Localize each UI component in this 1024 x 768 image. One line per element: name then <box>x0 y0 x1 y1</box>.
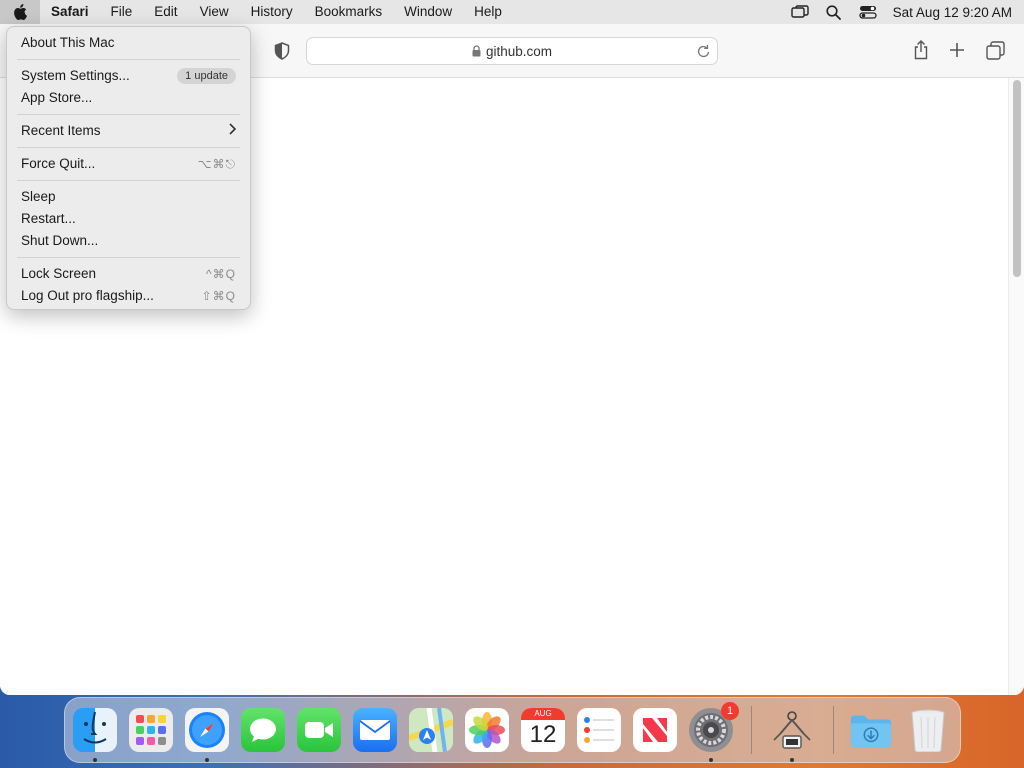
menu-item-label: Shut Down... <box>21 233 99 248</box>
running-indicator <box>93 758 97 762</box>
calendar-icon[interactable]: AUG 12 <box>521 708 565 752</box>
menu-item-app-store[interactable]: App Store... <box>7 87 250 109</box>
address-bar[interactable]: github.com <box>306 37 718 65</box>
menu-bookmarks[interactable]: Bookmarks <box>304 0 394 24</box>
menu-window[interactable]: Window <box>393 0 463 24</box>
menu-help[interactable]: Help <box>463 0 513 24</box>
menu-item-label: App Store... <box>21 90 93 105</box>
menu-item-about-this-mac[interactable]: About This Mac <box>7 32 250 54</box>
notification-badge: 1 <box>721 702 739 720</box>
menu-file[interactable]: File <box>100 0 144 24</box>
photos-icon[interactable] <box>465 708 509 752</box>
menu-item-label: Recent Items <box>21 123 101 138</box>
dock-divider <box>751 706 752 754</box>
apple-icon <box>14 4 27 20</box>
url-text: github.com <box>485 43 553 59</box>
tab-overview-icon[interactable] <box>986 41 1005 65</box>
menu-separator <box>17 114 240 115</box>
chevron-right-icon <box>228 120 237 142</box>
scrollbar-thumb[interactable] <box>1013 80 1021 277</box>
menu-item-label: Force Quit... <box>21 156 96 171</box>
reminders-icon[interactable] <box>577 708 621 752</box>
menu-item-lock-screen[interactable]: Lock Screen ^⌘Q <box>7 263 250 285</box>
control-center-icon[interactable] <box>851 5 885 19</box>
robot-app-icon[interactable] <box>770 708 814 752</box>
lock-icon <box>472 45 481 57</box>
mail-icon[interactable] <box>353 708 397 752</box>
downloads-folder-icon[interactable] <box>849 708 893 752</box>
finder-icon[interactable] <box>73 708 117 752</box>
menubar-clock[interactable]: Sat Aug 12 9:20 AM <box>885 5 1012 20</box>
menu-separator <box>17 257 240 258</box>
safari-icon[interactable] <box>185 708 229 752</box>
menu-item-log-out[interactable]: Log Out pro flagship... ⇧⌘Q <box>7 285 250 307</box>
menu-edit[interactable]: Edit <box>143 0 188 24</box>
screen-mirroring-icon[interactable] <box>783 5 817 19</box>
menu-item-label: System Settings... <box>21 68 130 83</box>
messages-icon[interactable] <box>241 708 285 752</box>
menu-item-system-settings[interactable]: System Settings... 1 update <box>7 65 250 87</box>
menu-item-label: Restart... <box>21 211 76 226</box>
keyboard-shortcut: ⇧⌘Q <box>201 289 236 303</box>
menu-item-label: Sleep <box>21 189 56 204</box>
menu-app-name[interactable]: Safari <box>40 0 100 24</box>
privacy-report-icon[interactable] <box>274 42 290 65</box>
calendar-day: 12 <box>529 721 557 748</box>
menu-item-restart[interactable]: Restart... <box>7 208 250 230</box>
running-indicator <box>205 758 209 762</box>
menu-separator <box>17 59 240 60</box>
keyboard-shortcut: ⌥⌘⎋ <box>197 157 236 171</box>
running-indicator <box>709 758 713 762</box>
apple-menu-button[interactable] <box>0 0 40 24</box>
spotlight-search-icon[interactable] <box>817 4 851 20</box>
menu-item-shut-down[interactable]: Shut Down... <box>7 230 250 252</box>
keyboard-shortcut: ^⌘Q <box>206 267 236 281</box>
menu-item-recent-items[interactable]: Recent Items <box>7 120 250 142</box>
menu-item-sleep[interactable]: Sleep <box>7 186 250 208</box>
running-indicator <box>790 758 794 762</box>
reload-icon[interactable] <box>696 43 711 62</box>
menu-history[interactable]: History <box>240 0 304 24</box>
update-badge: 1 update <box>177 68 236 84</box>
new-tab-icon[interactable] <box>949 42 965 63</box>
launchpad-icon[interactable] <box>129 708 173 752</box>
menu-item-label: Log Out pro flagship... <box>21 288 154 303</box>
menu-item-label: Lock Screen <box>21 266 97 281</box>
maps-icon[interactable] <box>409 708 453 752</box>
menubar: Safari File Edit View History Bookmarks … <box>0 0 1024 24</box>
menu-view[interactable]: View <box>189 0 240 24</box>
menu-separator <box>17 180 240 181</box>
facetime-icon[interactable] <box>297 708 341 752</box>
dock-divider <box>833 706 834 754</box>
trash-icon[interactable] <box>906 708 950 752</box>
share-icon[interactable] <box>912 40 930 65</box>
news-icon[interactable] <box>633 708 677 752</box>
menu-item-label: About This Mac <box>21 35 115 50</box>
menu-separator <box>17 147 240 148</box>
menu-item-force-quit[interactable]: Force Quit... ⌥⌘⎋ <box>7 153 250 175</box>
calendar-month: AUG <box>521 708 565 720</box>
apple-menu-dropdown: About This Mac System Settings... 1 upda… <box>6 26 251 310</box>
